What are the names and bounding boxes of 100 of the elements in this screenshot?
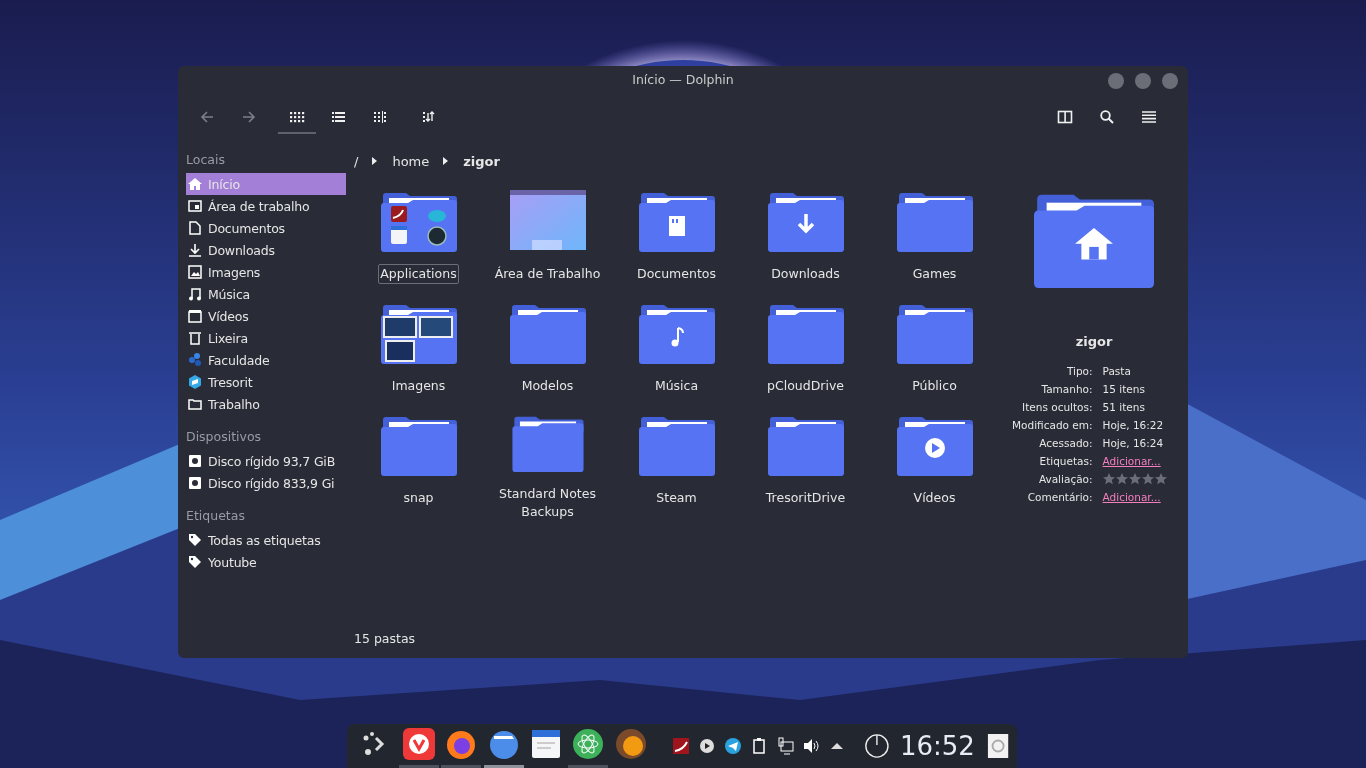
- volume-icon[interactable]: [802, 737, 821, 755]
- file-name[interactable]: Vídeos: [911, 488, 958, 508]
- music-note-icon: [188, 287, 202, 301]
- folder-icon: [896, 190, 973, 252]
- property-value: Hoje, 16:22: [1102, 419, 1165, 431]
- maximize-button[interactable]: [1135, 73, 1151, 89]
- property-label: Tipo:: [1065, 365, 1093, 377]
- sidebar-item[interactable]: Trabalho: [186, 393, 346, 415]
- play-icon[interactable]: [698, 737, 717, 755]
- minimize-button[interactable]: [1108, 73, 1124, 89]
- image-folder-icon: [380, 302, 457, 364]
- taskbar-button[interactable]: [568, 726, 609, 768]
- sidebar-item[interactable]: Youtube: [186, 551, 346, 573]
- sidebar-item[interactable]: Todas as etiquetas: [186, 529, 346, 551]
- property-label: Modificado em:: [1012, 419, 1093, 431]
- file-name[interactable]: TresoritDrive: [763, 488, 848, 508]
- folder-icon: [767, 414, 844, 476]
- tag-icon: [188, 533, 202, 547]
- recycle-bin-icon[interactable]: [986, 732, 1009, 760]
- folder-title: zigor: [1075, 334, 1113, 349]
- clock[interactable]: 16:52: [899, 731, 975, 761]
- file-name[interactable]: Documentos: [635, 264, 718, 284]
- desktop-icon: [188, 199, 202, 213]
- sidebar-item[interactable]: Faculdade: [186, 349, 346, 371]
- compact-view-icon: [373, 109, 389, 125]
- file-name[interactable]: Games: [910, 264, 959, 284]
- window-title: Início — Dolphin: [632, 71, 734, 87]
- document-folder-icon: [638, 190, 715, 252]
- folder-icon: [380, 414, 457, 476]
- property-label: Itens ocultos:: [1021, 401, 1093, 413]
- property-value: 51 itens: [1102, 401, 1146, 413]
- property-label: Avaliação:: [1037, 473, 1093, 485]
- desktop-folder-icon: [509, 190, 586, 252]
- folder-icon: [767, 302, 844, 364]
- folder-icon: [509, 414, 586, 472]
- sidebar-item[interactable]: Vídeos: [186, 305, 346, 327]
- hexagon-icon: [188, 375, 202, 389]
- search-icon: [1099, 109, 1115, 125]
- sidebar-item[interactable]: Música: [186, 283, 346, 305]
- split-view-icon: [1057, 109, 1073, 125]
- property-label: Acessado:: [1038, 437, 1093, 449]
- back-arrow-icon: [199, 109, 215, 125]
- paper-plane-icon[interactable]: [724, 737, 743, 755]
- download-folder-icon: [767, 190, 844, 252]
- tag-icon: [188, 555, 202, 569]
- image-icon: [188, 265, 202, 279]
- road-icon[interactable]: [672, 737, 691, 755]
- file-name[interactable]: Applications: [378, 264, 459, 284]
- sidebar-item[interactable]: Imagens: [186, 261, 346, 283]
- icons-view-icon: [289, 109, 305, 125]
- caret-icon: [372, 156, 379, 166]
- status-text: 15 pastas: [354, 631, 417, 646]
- sidebar-item[interactable]: Área de trabalho: [186, 195, 346, 217]
- file-name[interactable]: Downloads: [769, 264, 842, 284]
- folder-icon: [188, 397, 202, 411]
- file-name[interactable]: Música: [652, 376, 701, 396]
- file-name[interactable]: Standard Notes Backups: [485, 484, 610, 522]
- sidebar-item[interactable]: Lixeira: [186, 327, 346, 349]
- menu-icon: [1141, 109, 1157, 125]
- sort-icon: [421, 109, 437, 125]
- sidebar-item[interactable]: Tresorit: [186, 371, 346, 393]
- section-heading: Etiquetas: [186, 507, 246, 525]
- property-value: Pasta: [1102, 365, 1132, 377]
- breadcrumb-item[interactable]: zigor: [463, 153, 500, 169]
- browser-icon: [400, 726, 437, 762]
- taskbar-button[interactable]: [398, 726, 439, 768]
- file-name[interactable]: Steam: [654, 488, 699, 508]
- file-name[interactable]: snap: [401, 488, 436, 508]
- file-name[interactable]: Imagens: [389, 376, 448, 396]
- breadcrumb-item[interactable]: /: [354, 153, 359, 169]
- add-link[interactable]: Adicionar...: [1102, 455, 1167, 467]
- file-name[interactable]: Público: [910, 376, 959, 396]
- sidebar-item[interactable]: Documentos: [186, 217, 346, 239]
- sidebar-item[interactable]: Disco rígido 833,9 Gi: [186, 472, 346, 494]
- trash-icon: [188, 331, 202, 345]
- file-name[interactable]: pCloudDrive: [765, 376, 846, 396]
- sidebar-item[interactable]: Downloads: [186, 239, 346, 261]
- rating-stars[interactable]: [1102, 473, 1167, 485]
- property-label: Comentário:: [1026, 491, 1093, 503]
- download-icon: [188, 243, 202, 257]
- folder-icon: [896, 302, 973, 364]
- applications-folder-icon: [380, 190, 457, 252]
- sidebar-item[interactable]: Disco rígido 93,7 GiB: [186, 450, 346, 472]
- network-icon[interactable]: [776, 737, 795, 755]
- section-heading: Locais: [186, 151, 226, 169]
- video-folder-icon: [896, 414, 973, 476]
- list-view-icon: [331, 109, 347, 125]
- video-icon: [188, 309, 202, 323]
- breadcrumb-item[interactable]: home: [392, 153, 430, 169]
- property-label: Etiquetas:: [1038, 455, 1093, 467]
- forward-arrow-icon: [241, 109, 257, 125]
- section-heading: Dispositivos: [186, 428, 263, 446]
- folder-icon: [638, 414, 715, 476]
- file-name[interactable]: Modelos: [519, 376, 576, 396]
- property-value: Hoje, 16:24: [1102, 437, 1165, 449]
- power-icon[interactable]: [864, 732, 890, 760]
- add-link[interactable]: Adicionar...: [1102, 491, 1167, 503]
- file-name[interactable]: Área de Trabalho: [492, 264, 603, 284]
- music-folder-icon: [638, 302, 715, 364]
- close-button[interactable]: [1162, 73, 1178, 89]
